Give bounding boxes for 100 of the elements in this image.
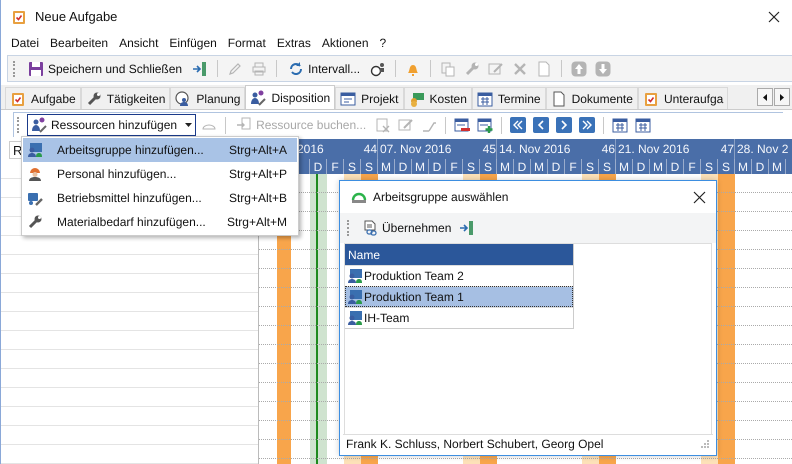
accept-button[interactable]: Übernehmen: [358, 217, 456, 239]
tab[interactable]: Kosten: [404, 87, 472, 109]
exit-icon[interactable]: [459, 220, 476, 236]
wrench-icon: [27, 214, 43, 230]
add-resources-button[interactable]: Ressourcen hinzufügen: [27, 114, 196, 136]
table-row[interactable]: IH-Team: [345, 307, 573, 328]
grip-handle[interactable]: [347, 220, 351, 236]
chevron-right-icon[interactable]: [556, 117, 572, 133]
clock-person-icon: [175, 90, 192, 106]
window-title: Neue Aufgabe: [35, 9, 118, 24]
window-icon: [340, 90, 356, 106]
week-label: 28. Nov 2: [737, 142, 788, 156]
day-label: M: [619, 160, 629, 174]
day-label: M: [415, 160, 425, 174]
close-icon[interactable]: [693, 190, 706, 204]
group-icon: [347, 268, 363, 284]
week-number: 45: [482, 142, 496, 156]
day-label: F: [569, 160, 577, 174]
triangle-left-icon: [763, 94, 767, 100]
clock-icon[interactable]: [370, 60, 386, 76]
menu-item[interactable]: Materialbedarf hinzufügen... Strg+Alt+M: [23, 210, 297, 234]
scroll-left-button[interactable]: [757, 88, 773, 106]
status-text: Frank K. Schluss, Norbert Schubert, Georg Opel: [346, 437, 604, 451]
day-label: S: [602, 160, 611, 174]
week-number: 46: [602, 142, 615, 156]
menu-item[interactable]: Personal hinzufügen... Strg+Alt+P: [23, 162, 297, 186]
triangle-right-icon: [780, 94, 784, 100]
grip-handle[interactable]: [13, 60, 17, 76]
day-label: S: [722, 160, 730, 174]
people-icon: [31, 117, 47, 133]
day-label: D: [552, 160, 560, 174]
tab[interactable]: Disposition: [245, 85, 336, 109]
menu-item[interactable]: Datei: [11, 36, 40, 50]
tab[interactable]: Planung: [170, 87, 246, 109]
calendar-icon: [476, 90, 493, 106]
tab[interactable]: Tätigkeiten: [80, 87, 170, 109]
resize-grip-icon[interactable]: [701, 440, 709, 448]
worker-icon: [27, 166, 43, 182]
menu-item[interactable]: Ansicht: [119, 36, 158, 50]
money-icon: [408, 90, 425, 106]
column-header: R: [13, 142, 22, 158]
day-label: F: [331, 160, 339, 174]
tab[interactable]: Termine: [472, 87, 546, 109]
exit-icon[interactable]: [192, 60, 208, 76]
menu-item[interactable]: Arbeitsgruppe hinzufügen... Strg+Alt+A: [23, 138, 297, 162]
tab[interactable]: Unteraufga: [638, 87, 728, 109]
menu-item[interactable]: Betriebsmittel hinzufügen... Strg+Alt+B: [23, 186, 297, 210]
menu-item[interactable]: Einfügen: [169, 36, 217, 50]
menu-item[interactable]: Extras: [276, 36, 311, 50]
day-label: M: [534, 160, 544, 174]
day-label: D: [432, 160, 442, 174]
refresh-icon: [288, 60, 304, 76]
row-remove-icon[interactable]: [454, 117, 470, 133]
calendar-icon[interactable]: [612, 117, 628, 133]
close-icon[interactable]: [768, 10, 780, 22]
day-label: S: [586, 160, 594, 174]
day-label: S: [348, 160, 356, 174]
clipboard-icon: [642, 90, 659, 106]
day-label: S: [466, 160, 475, 174]
day-label: M: [381, 160, 391, 174]
wrench-icon: [86, 90, 102, 106]
scroll-right-button[interactable]: [774, 88, 790, 106]
menu-item[interactable]: Bearbeiten: [50, 36, 108, 50]
week-number: 44: [364, 142, 377, 156]
menu-item[interactable]: Aktionen: [322, 36, 369, 50]
caret-icon: [185, 123, 192, 127]
menu-item[interactable]: Format: [228, 36, 266, 50]
week-label: 14. Nov 2016: [499, 142, 570, 156]
menu-item[interactable]: ?: [380, 36, 386, 50]
clipboard-icon: [10, 90, 26, 106]
calendar-icon[interactable]: [635, 117, 652, 133]
day-label: D: [518, 160, 526, 174]
table-row[interactable]: Produktion Team 1: [345, 286, 573, 307]
tab[interactable]: Projekt: [335, 87, 404, 109]
day-label: D: [670, 160, 680, 174]
tab[interactable]: Aufgabe: [5, 87, 81, 109]
document-icon: [550, 90, 567, 106]
day-label: F: [450, 160, 458, 174]
row-add-icon[interactable]: [477, 117, 494, 133]
group-icon: [347, 310, 363, 326]
tab[interactable]: Dokumente: [546, 87, 638, 109]
week-label: 21. Nov 2016: [618, 142, 690, 156]
interval-button[interactable]: Intervall...: [284, 58, 364, 80]
day-label: D: [314, 160, 322, 174]
dialog-title: Arbeitsgruppe auswählen: [373, 190, 508, 204]
group-icon: [347, 289, 363, 305]
day-label: D: [636, 160, 646, 174]
double-chevron-right-icon[interactable]: [579, 117, 596, 133]
day-label: M: [772, 160, 782, 174]
double-chevron-left-icon[interactable]: [510, 117, 526, 133]
clipboard-icon: [11, 8, 27, 24]
chevron-left-icon[interactable]: [533, 117, 550, 133]
doc-link-icon: [362, 220, 378, 236]
save-close-button[interactable]: Speichern und Schließen: [24, 58, 186, 80]
day-label: M: [653, 160, 663, 174]
people-icon: [250, 90, 266, 106]
week-label: 07. Nov 2016: [380, 142, 452, 156]
grip-handle[interactable]: [17, 117, 21, 133]
group-icon: [27, 142, 43, 158]
day-label: M: [500, 160, 510, 174]
